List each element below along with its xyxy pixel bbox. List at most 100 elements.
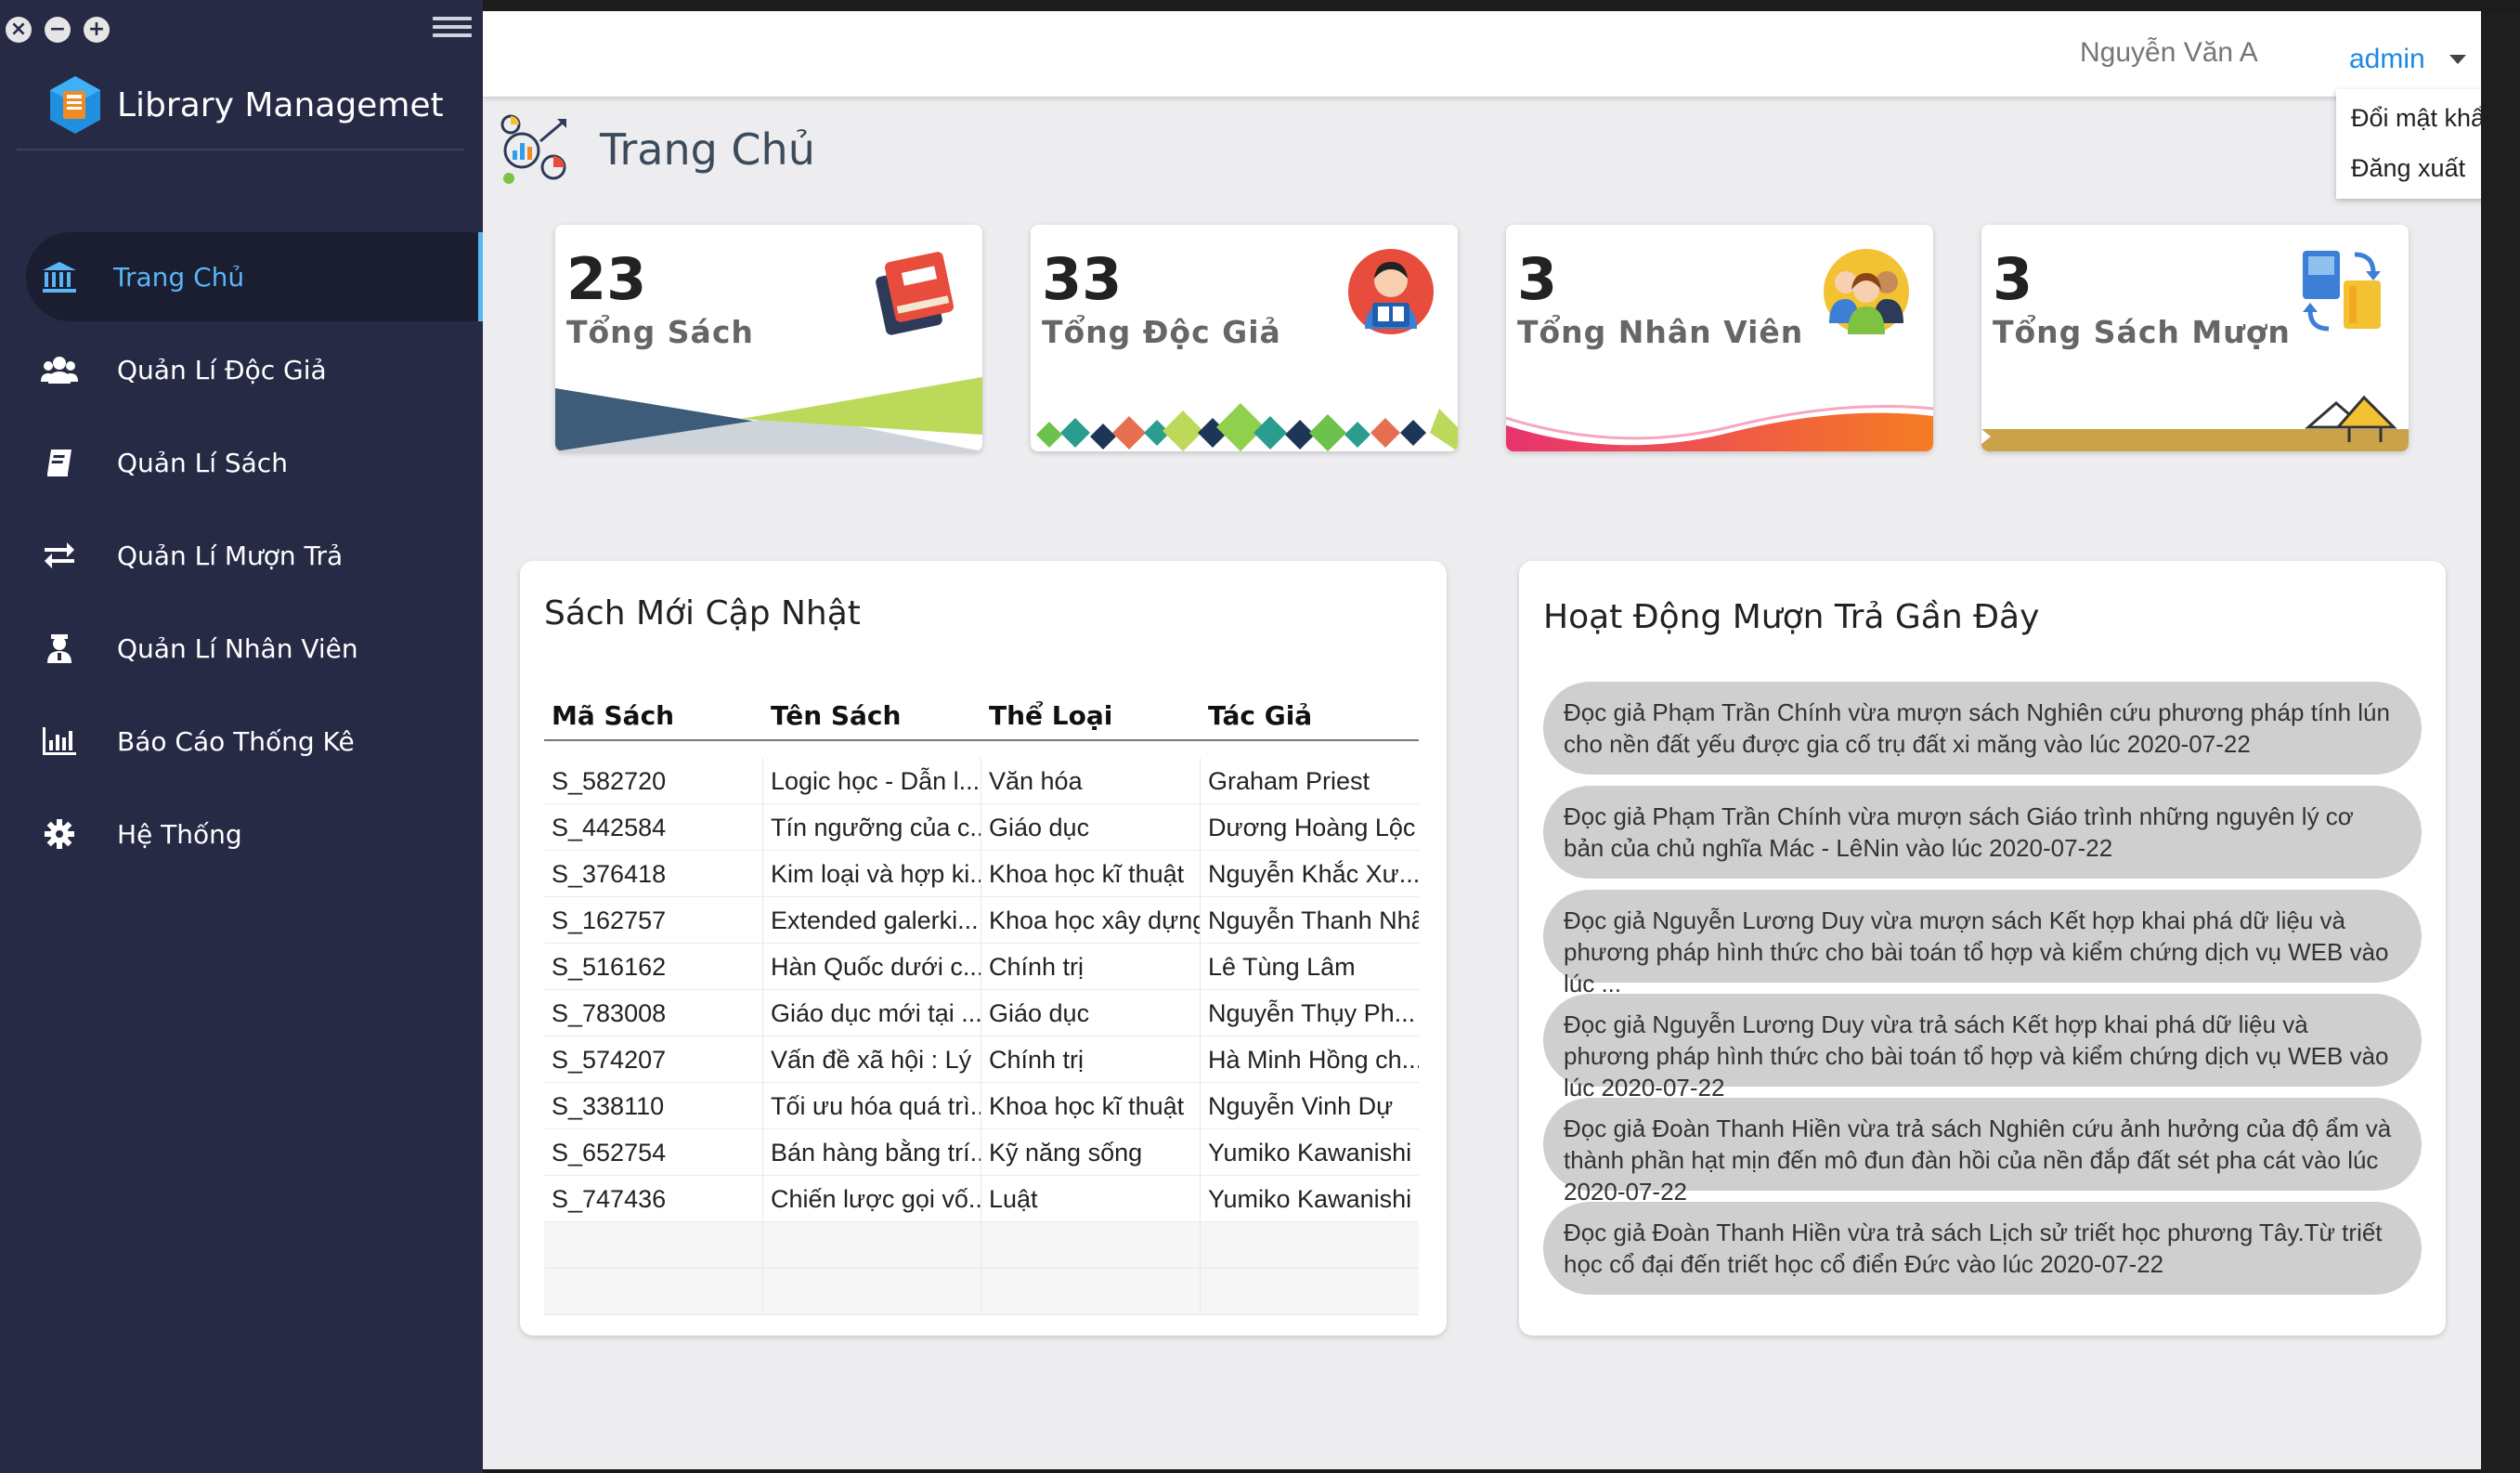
sidebar-nav: Trang Chủ Quản Lí Độc Giả Quản Lí Sách Q… (0, 232, 483, 882)
sidebar-item-label: Quản Lí Độc Giả (117, 354, 327, 385)
stat-value: 3 (1993, 245, 2033, 313)
sidebar-item-bao-cao-thong-ke[interactable]: Báo Cáo Thống Kê (0, 697, 483, 786)
table-row[interactable]: S_162757 Extended galerki... Khoa học xây … (544, 897, 1419, 944)
sidebar-item-label: Quản Lí Sách (117, 447, 288, 478)
library-logo-icon (50, 76, 100, 134)
menu-toggle-icon[interactable] (433, 17, 472, 45)
panel-title: Sách Mới Cập Nhật (544, 594, 861, 632)
minimize-window-button[interactable]: − (45, 17, 71, 43)
new-books-table: Mã Sách Tên Sách Thể Loại Tác Giả S_5827… (544, 700, 1419, 1315)
activity-item[interactable]: Đọc giả Đoàn Thanh Hiền vừa trả sách Ngh… (1543, 1098, 2422, 1206)
activity-item[interactable]: Đọc giả Nguyễn Lương Duy vừa trả sách Kế… (1543, 994, 2422, 1101)
sidebar: × − + Library Managemet Trang Chủ Quản L… (0, 0, 483, 1473)
cell-category: Luật (981, 1176, 1201, 1221)
cell-book-title: Logic học - Dẫn l... (763, 758, 981, 803)
user-role-dropdown[interactable]: admin (2336, 30, 2481, 89)
column-header[interactable]: Thể Loại (981, 700, 1201, 739)
activity-item[interactable]: Đọc giả Nguyễn Lương Duy vừa mượn sách K… (1543, 890, 2422, 997)
gear-icon (41, 817, 78, 851)
stat-card-borrowed-books[interactable]: 3 Tổng Sách Mượn (1981, 225, 2409, 451)
new-books-panel: Sách Mới Cập Nhật Mã Sách Tên Sách Thể L… (520, 561, 1447, 1336)
column-header[interactable]: Mã Sách (544, 700, 763, 739)
bar-chart-icon (41, 724, 78, 758)
user-name: Nguyễn Văn A (2080, 37, 2258, 68)
table-row[interactable]: S_376418 Kim loại và hợp ki... Khoa học kĩ… (544, 851, 1419, 897)
sidebar-item-trang-chu[interactable]: Trang Chủ (26, 232, 483, 321)
staff-group-icon (1824, 249, 1909, 334)
cell-category: Chính trị (981, 1036, 1201, 1082)
table-row[interactable]: S_516162 Hàn Quốc dưới c... Chính trị Lê Tù… (544, 944, 1419, 990)
sidebar-item-quan-li-doc-gia[interactable]: Quản Lí Độc Giả (0, 325, 483, 414)
books-icon (876, 252, 955, 335)
cell-category: Khoa học xây dựng (981, 897, 1201, 943)
staff-icon (41, 632, 78, 665)
divider (17, 149, 464, 150)
card-decoration (1036, 403, 1458, 451)
cell-category: Khoa học kĩ thuật (981, 1083, 1201, 1128)
cell-book-id: S_516162 (544, 944, 763, 989)
cell-author: Nguyễn Khắc Xư... (1208, 860, 1419, 888)
cell-author: Dương Hoàng Lộc (1208, 814, 1416, 841)
cell-category: Kỹ năng sống (981, 1129, 1201, 1175)
book-exchange-icon (2303, 251, 2381, 332)
stat-card-total-staff[interactable]: 3 Tổng Nhân Viên (1506, 225, 1933, 451)
chevron-down-icon (2449, 55, 2466, 64)
card-decoration (1506, 405, 1933, 451)
sidebar-item-quan-li-muon-tra[interactable]: Quản Lí Mượn Trả (0, 511, 483, 600)
sidebar-item-label: Trang Chủ (113, 261, 245, 293)
stat-value: 23 (566, 245, 647, 313)
sidebar-item-quan-li-nhan-vien[interactable]: Quản Lí Nhân Viên (0, 604, 483, 693)
activity-item[interactable]: Đọc giả Phạm Trần Chính vừa mượn sách Gi… (1543, 786, 2422, 879)
table-row[interactable]: S_652754 Bán hàng bằng trí... Kỹ năng sống… (544, 1129, 1419, 1176)
reader-icon (1348, 249, 1434, 334)
activity-list: Đọc giả Phạm Trần Chính vừa mượn sách Ng… (1543, 682, 2422, 1306)
cell-book-title: Extended galerki... (763, 897, 981, 943)
table-row[interactable]: S_783008 Giáo dục mới tại ... Giáo dục Nguy… (544, 990, 1419, 1036)
stat-label: Tổng Nhân Viên (1517, 314, 1804, 350)
top-header: Nguyễn Văn A admin (483, 11, 2481, 97)
close-window-button[interactable]: × (6, 17, 32, 43)
table-row[interactable]: S_747436 Chiến lược gọi vố... Luật Yumiko K… (544, 1176, 1419, 1222)
cell-author: Hà Minh Hồng ch... (1208, 1046, 1419, 1074)
brand: Library Managemet (46, 74, 444, 136)
cell-category: Giáo dục (981, 804, 1201, 850)
activity-item[interactable]: Đọc giả Đoàn Thanh Hiền vừa trả sách Lịc… (1543, 1202, 2422, 1295)
cell-book-id: S_582720 (544, 758, 763, 803)
stat-card-total-books[interactable]: 23 Tổng Sách (555, 225, 982, 451)
cell-book-title: Vấn đề xã hội : Lý ... (763, 1036, 981, 1082)
sidebar-item-he-thong[interactable]: Hệ Thống (0, 789, 483, 879)
cell-book-id: S_783008 (544, 990, 763, 1036)
cell-book-id: S_376418 (544, 851, 763, 896)
table-header: Mã Sách Tên Sách Thể Loại Tác Giả (544, 700, 1419, 741)
cell-category: Giáo dục (981, 990, 1201, 1036)
book-icon (41, 446, 78, 479)
users-icon (41, 353, 78, 386)
table-row[interactable]: S_574207 Vấn đề xã hội : Lý ... Chính trị H… (544, 1036, 1419, 1083)
stat-value: 3 (1517, 245, 1558, 313)
activity-item[interactable]: Đọc giả Phạm Trần Chính vừa mượn sách Ng… (1543, 682, 2422, 775)
cell-book-id: S_162757 (544, 897, 763, 943)
cell-author: Yumiko Kawanishi (1208, 1185, 1412, 1213)
cell-author: Nguyễn Thụy Ph... (1208, 999, 1416, 1027)
table-row[interactable]: S_338110 Tối ưu hóa quá trì... Khoa học kĩ… (544, 1083, 1419, 1129)
cell-book-title: Bán hàng bằng trí... (763, 1129, 981, 1175)
cell-category: Văn hóa (981, 758, 1201, 803)
column-header[interactable]: Tên Sách (763, 700, 981, 739)
maximize-window-button[interactable]: + (84, 17, 110, 43)
bank-icon (41, 260, 78, 293)
card-decoration (555, 377, 982, 451)
table-row[interactable]: S_582720 Logic học - Dẫn l... Văn hóa Graha… (544, 758, 1419, 804)
main-content: Nguyễn Văn A admin Đổi mật khẩu Đăng xuấ… (483, 11, 2507, 1469)
stat-card-total-readers[interactable]: 33 Tổng Độc Giả (1031, 225, 1458, 451)
stat-value: 33 (1042, 245, 1123, 313)
cell-author: Nguyễn Vinh Dự (1208, 1092, 1394, 1120)
column-header[interactable]: Tác Giả (1201, 700, 1419, 739)
cell-book-title: Hàn Quốc dưới c... (763, 944, 981, 989)
table-row[interactable]: S_442584 Tín ngưỡng của c... Giáo dục Dương… (544, 804, 1419, 851)
sidebar-item-quan-li-sach[interactable]: Quản Lí Sách (0, 418, 483, 507)
cell-book-title: Giáo dục mới tại ... (763, 990, 981, 1036)
empty-table-row (544, 1269, 1419, 1315)
stat-label: Tổng Sách Mượn (1993, 314, 2291, 350)
cell-book-id: S_747436 (544, 1176, 763, 1221)
exchange-icon (41, 539, 78, 572)
